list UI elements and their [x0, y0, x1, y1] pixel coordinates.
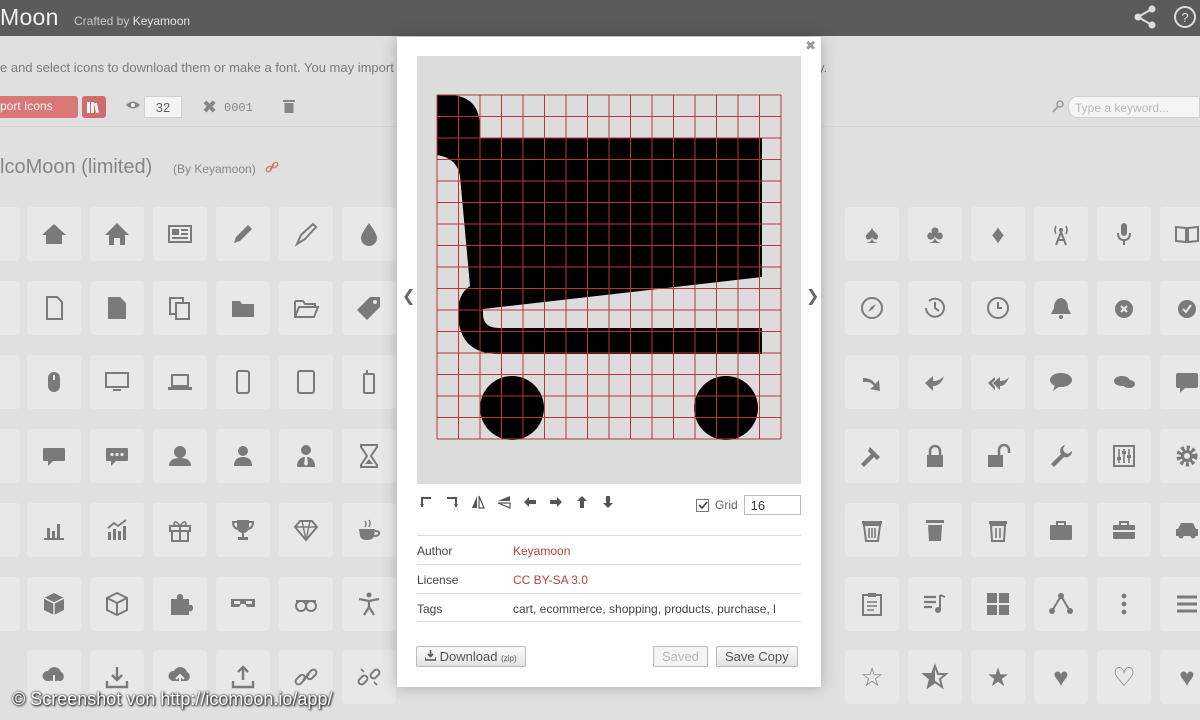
info-row-tags: Tags cart, ecommerce, shopping, products… — [417, 593, 801, 622]
info-row-license: License CC BY-SA 3.0 — [417, 564, 801, 593]
flip-horizontal-icon[interactable] — [471, 495, 485, 509]
screenshot-watermark: © Screenshot von http://icomoon.io/app/ — [12, 689, 333, 709]
saved-button[interactable]: Saved — [653, 646, 708, 667]
flip-vertical-icon[interactable] — [497, 495, 511, 509]
icon-canvas[interactable] — [417, 56, 801, 484]
icon-info-table: Author Keyamoon License CC BY-SA 3.0 Tag… — [417, 535, 801, 622]
grid-checkbox[interactable] — [696, 498, 709, 512]
move-left-icon[interactable] — [523, 495, 537, 509]
save-copy-button[interactable]: Save Copy — [716, 646, 798, 667]
tags-key: Tags — [417, 602, 443, 616]
move-down-icon[interactable] — [601, 495, 615, 509]
move-right-icon[interactable] — [549, 495, 563, 509]
download-icon — [424, 650, 437, 661]
icon-editor-modal: ✖ ❮ ❯ Grid 16 Author Keyamoon License CC… — [397, 37, 821, 687]
license-key: License — [417, 573, 459, 587]
download-button[interactable]: Download (zip) — [416, 646, 526, 667]
cart-icon — [436, 94, 782, 440]
grid-label: Grid — [715, 498, 738, 512]
check-icon — [697, 501, 708, 510]
download-label: Download — [439, 649, 498, 664]
rotate-left-icon[interactable] — [419, 495, 433, 509]
grid-size-input[interactable]: 16 — [743, 495, 801, 515]
grid-control: Grid 16 — [696, 495, 801, 515]
previous-icon-arrow[interactable]: ❮ — [402, 286, 415, 306]
info-row-author: Author Keyamoon — [417, 535, 801, 564]
license-link[interactable]: CC BY-SA 3.0 — [513, 573, 588, 587]
next-icon-arrow[interactable]: ❯ — [806, 286, 819, 306]
author-key: Author — [417, 544, 453, 558]
author-link[interactable]: Keyamoon — [513, 544, 570, 558]
rotate-right-icon[interactable] — [445, 495, 459, 509]
transform-tools — [419, 495, 615, 509]
close-icon[interactable]: ✖ — [805, 38, 816, 54]
tags-value[interactable]: cart, ecommerce, shopping, products, pur… — [513, 602, 776, 616]
download-note: (zip) — [501, 654, 517, 663]
move-up-icon[interactable] — [575, 495, 589, 509]
